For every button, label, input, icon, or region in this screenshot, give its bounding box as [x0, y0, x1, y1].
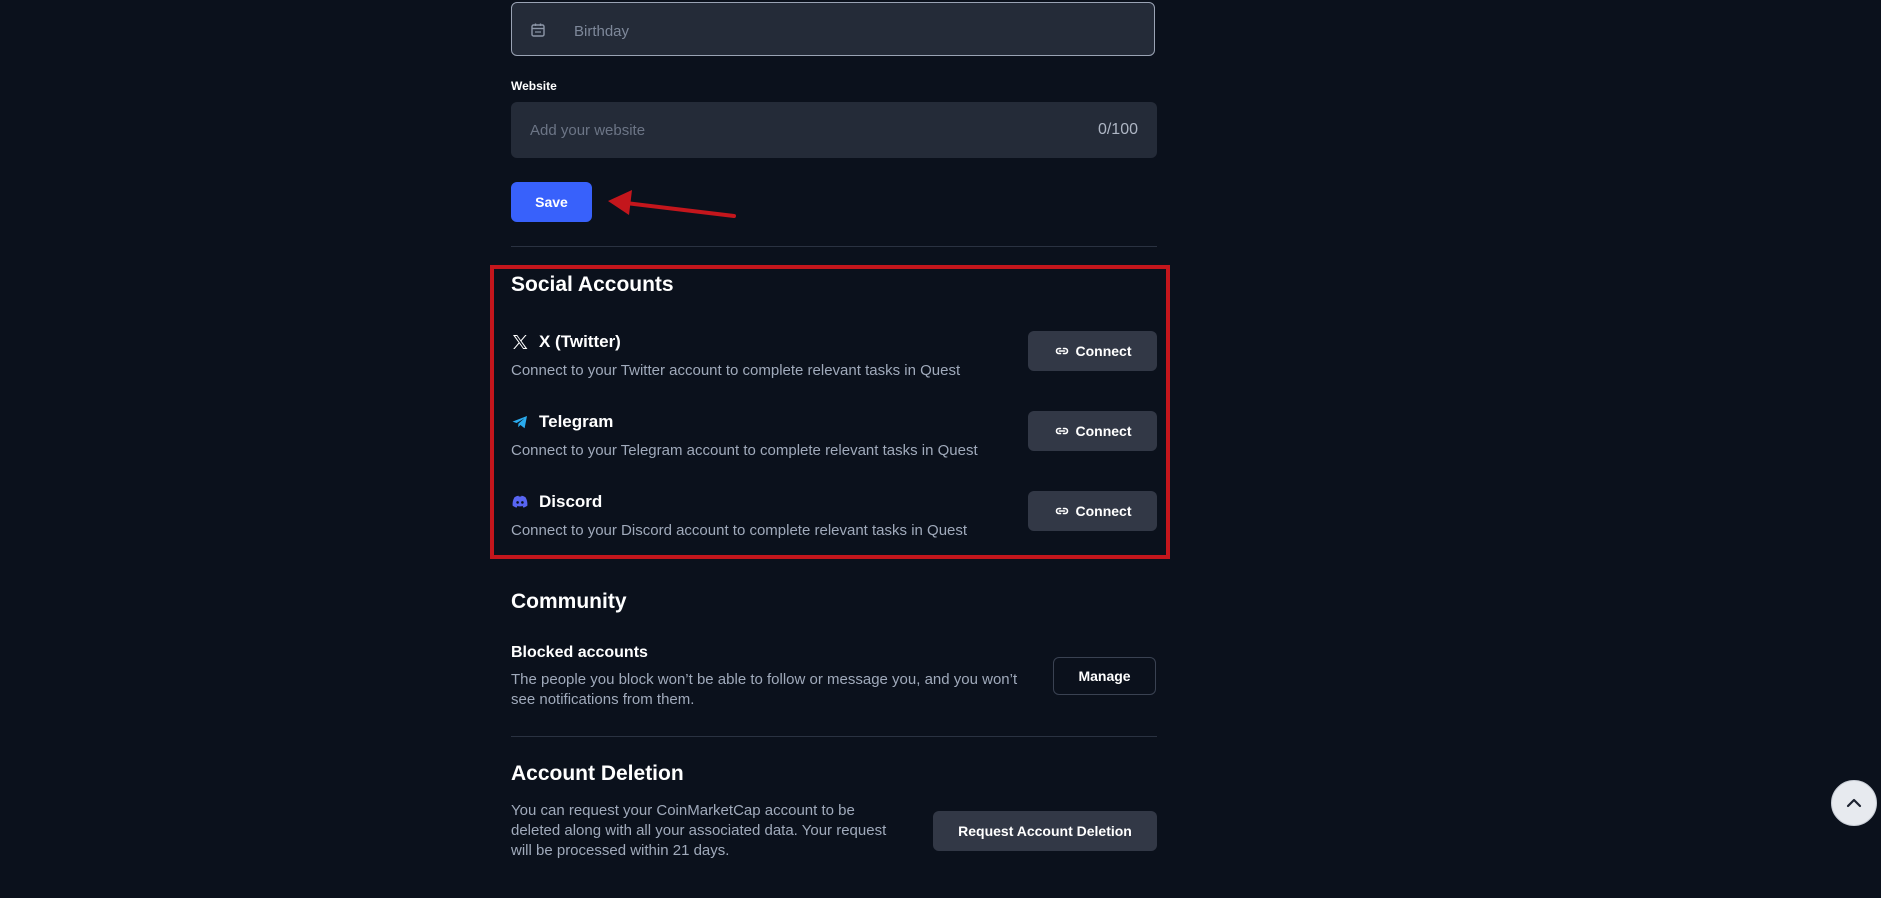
connect-twitter-button[interactable]: Connect	[1028, 331, 1157, 371]
blocked-desc-line: The people you block won’t be able to fo…	[511, 671, 1018, 688]
website-field-container: 0/100	[511, 102, 1157, 158]
connect-discord-button[interactable]: Connect	[1028, 491, 1157, 531]
twitter-description: Connect to your Twitter account to compl…	[511, 362, 961, 379]
website-char-counter: 0/100	[1097, 121, 1138, 138]
request-account-deletion-button[interactable]: Request Account Deletion	[933, 811, 1157, 851]
twitter-label: X (Twitter)	[539, 332, 621, 351]
x-twitter-icon	[513, 335, 528, 349]
social-account-name: X (Twitter)	[511, 331, 621, 353]
link-icon	[1055, 507, 1068, 515]
community-title: Community	[511, 590, 627, 613]
social-accounts-title: Social Accounts	[511, 273, 674, 296]
connect-label: Connect	[1075, 423, 1132, 439]
social-account-name: Telegram	[511, 411, 613, 433]
account-deletion-description: You can request your CoinMarketCap accou…	[511, 801, 886, 861]
deletion-desc-line: will be processed within 21 days.	[511, 842, 730, 859]
save-button[interactable]: Save	[511, 182, 592, 222]
website-input[interactable]	[511, 102, 1071, 158]
section-divider	[511, 246, 1157, 247]
telegram-icon	[512, 416, 527, 429]
connect-label: Connect	[1075, 503, 1132, 519]
section-divider	[511, 736, 1157, 737]
social-account-twitter: X (Twitter) Connect to your Twitter acco…	[511, 331, 1157, 391]
social-account-telegram: Telegram Connect to your Telegram accoun…	[511, 411, 1157, 471]
manage-blocked-button[interactable]: Manage	[1053, 657, 1156, 695]
telegram-description: Connect to your Telegram account to comp…	[511, 442, 978, 459]
blocked-accounts-description: The people you block won’t be able to fo…	[511, 670, 1017, 710]
deletion-desc-line: deleted along with all your associated d…	[511, 822, 887, 839]
settings-page: Birthday Website 0/100 Save Social Accou…	[0, 0, 1881, 898]
blocked-desc-line: see notifications from them.	[511, 691, 695, 708]
link-icon	[1055, 427, 1068, 435]
connect-telegram-button[interactable]: Connect	[1028, 411, 1157, 451]
calendar-icon	[531, 23, 545, 37]
website-label: Website	[511, 79, 557, 93]
scroll-to-top-button[interactable]	[1831, 780, 1877, 826]
annotation-arrow	[608, 190, 736, 218]
deletion-desc-line: You can request your CoinMarketCap accou…	[511, 802, 855, 819]
blocked-accounts-title: Blocked accounts	[511, 644, 648, 661]
telegram-label: Telegram	[539, 412, 614, 431]
social-account-name: Discord	[511, 491, 602, 513]
social-account-discord: Discord Connect to your Discord account …	[511, 491, 1157, 551]
link-icon	[1055, 347, 1068, 355]
discord-icon	[512, 495, 528, 508]
account-deletion-title: Account Deletion	[511, 762, 684, 785]
chevron-up-icon	[1846, 798, 1862, 808]
connect-label: Connect	[1075, 343, 1132, 359]
birthday-placeholder: Birthday	[574, 23, 630, 40]
discord-description: Connect to your Discord account to compl…	[511, 522, 968, 539]
discord-label: Discord	[539, 492, 603, 511]
birthday-field[interactable]: Birthday	[511, 2, 1155, 56]
